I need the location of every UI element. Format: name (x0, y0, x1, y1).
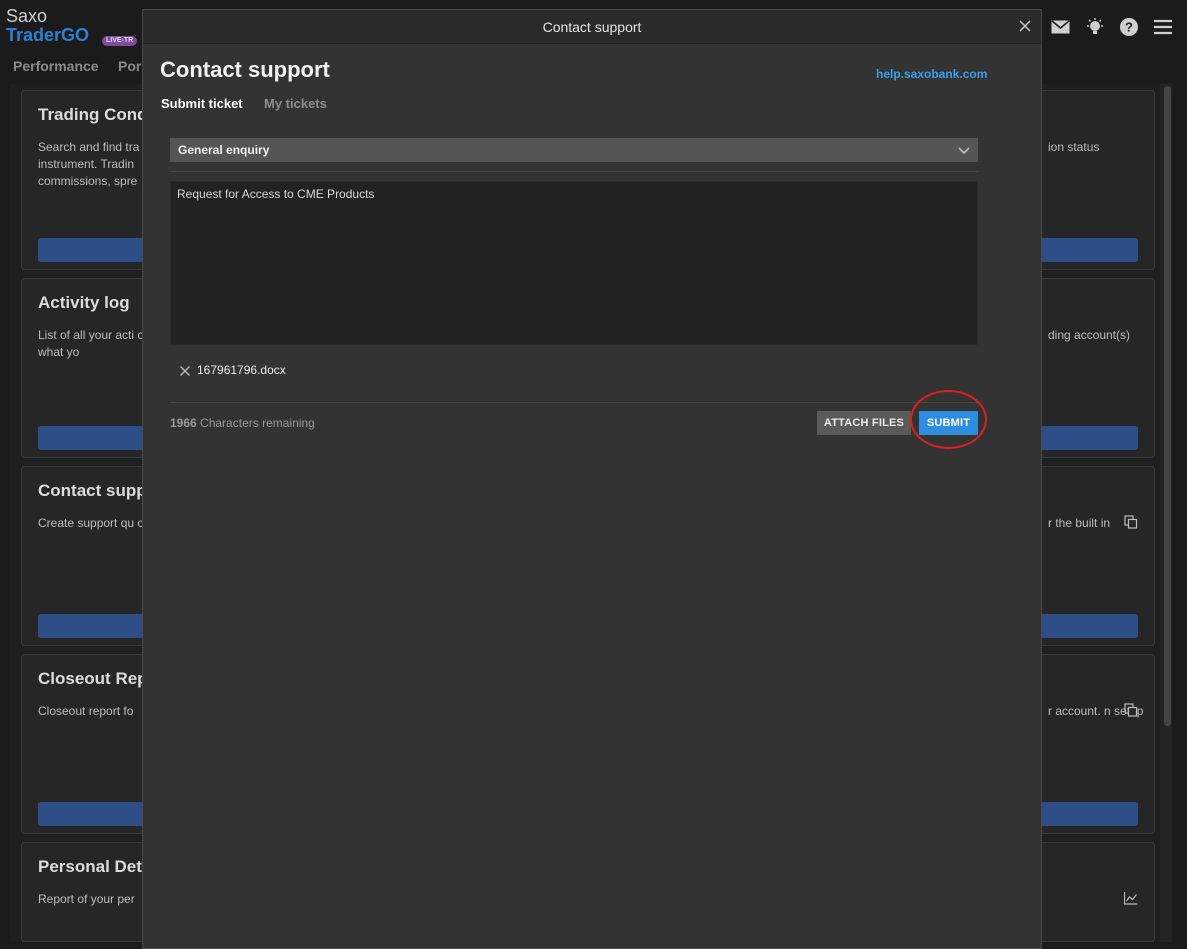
card-description-right: ding account(s) (1048, 328, 1131, 342)
copy-icon[interactable] (1124, 515, 1138, 529)
chart-icon[interactable] (1123, 891, 1138, 905)
brand-top: Saxo (6, 6, 48, 26)
divider (170, 402, 978, 403)
card-title: Trading Cond (38, 105, 148, 124)
tab-submit-ticket[interactable]: Submit ticket (161, 96, 243, 111)
card-title: Contact supp (38, 481, 147, 500)
submit-button[interactable]: SUBMIT (919, 411, 978, 435)
card-title: Activity log (38, 293, 130, 312)
environment-badge: LIVE-TR (102, 36, 138, 46)
nav-tab-performance[interactable]: Performance (13, 58, 99, 74)
dialog-title: Contact support (542, 19, 642, 35)
svg-text:?: ? (1125, 19, 1133, 34)
card-title: Personal Deta (38, 857, 152, 876)
attach-files-button[interactable]: ATTACH FILES (817, 411, 911, 435)
contact-support-dialog: Contact support Contact support help.sax… (142, 9, 1042, 949)
header-icons: ? (1050, 16, 1173, 37)
scrollbar-thumb[interactable] (1164, 86, 1171, 726)
nav-tab-portfolio[interactable]: Por (118, 58, 141, 74)
dialog-titlebar: Contact support (143, 10, 1041, 44)
attachment-filename: 167961796.docx (197, 363, 286, 377)
menu-icon[interactable] (1152, 16, 1173, 37)
category-selected-value: General enquiry (178, 143, 270, 157)
characters-remaining-label: Characters remaining (200, 416, 315, 430)
message-textarea[interactable]: Request for Access to CME Products (170, 181, 978, 345)
characters-remaining: 1966 Characters remaining (170, 416, 315, 430)
lightbulb-icon[interactable] (1084, 16, 1105, 37)
card-title: Closeout Rep (38, 669, 148, 688)
tab-my-tickets[interactable]: My tickets (264, 96, 327, 111)
page-title: Contact support (160, 57, 330, 82)
close-icon[interactable] (1017, 18, 1033, 34)
help-link[interactable]: help.saxobank.com (876, 67, 987, 81)
category-select[interactable]: General enquiry (170, 138, 978, 162)
divider (170, 171, 978, 172)
copy-icon[interactable] (1124, 703, 1138, 717)
characters-remaining-count: 1966 (170, 416, 197, 430)
card-description-right: ion status (1048, 140, 1100, 154)
attachment-item: 167961796.docx (179, 361, 286, 379)
help-icon[interactable]: ? (1118, 16, 1139, 37)
remove-file-icon[interactable] (179, 364, 191, 376)
brand-name: TraderGO (6, 25, 90, 45)
mail-icon[interactable] (1050, 16, 1071, 37)
chevron-down-icon (957, 143, 971, 157)
